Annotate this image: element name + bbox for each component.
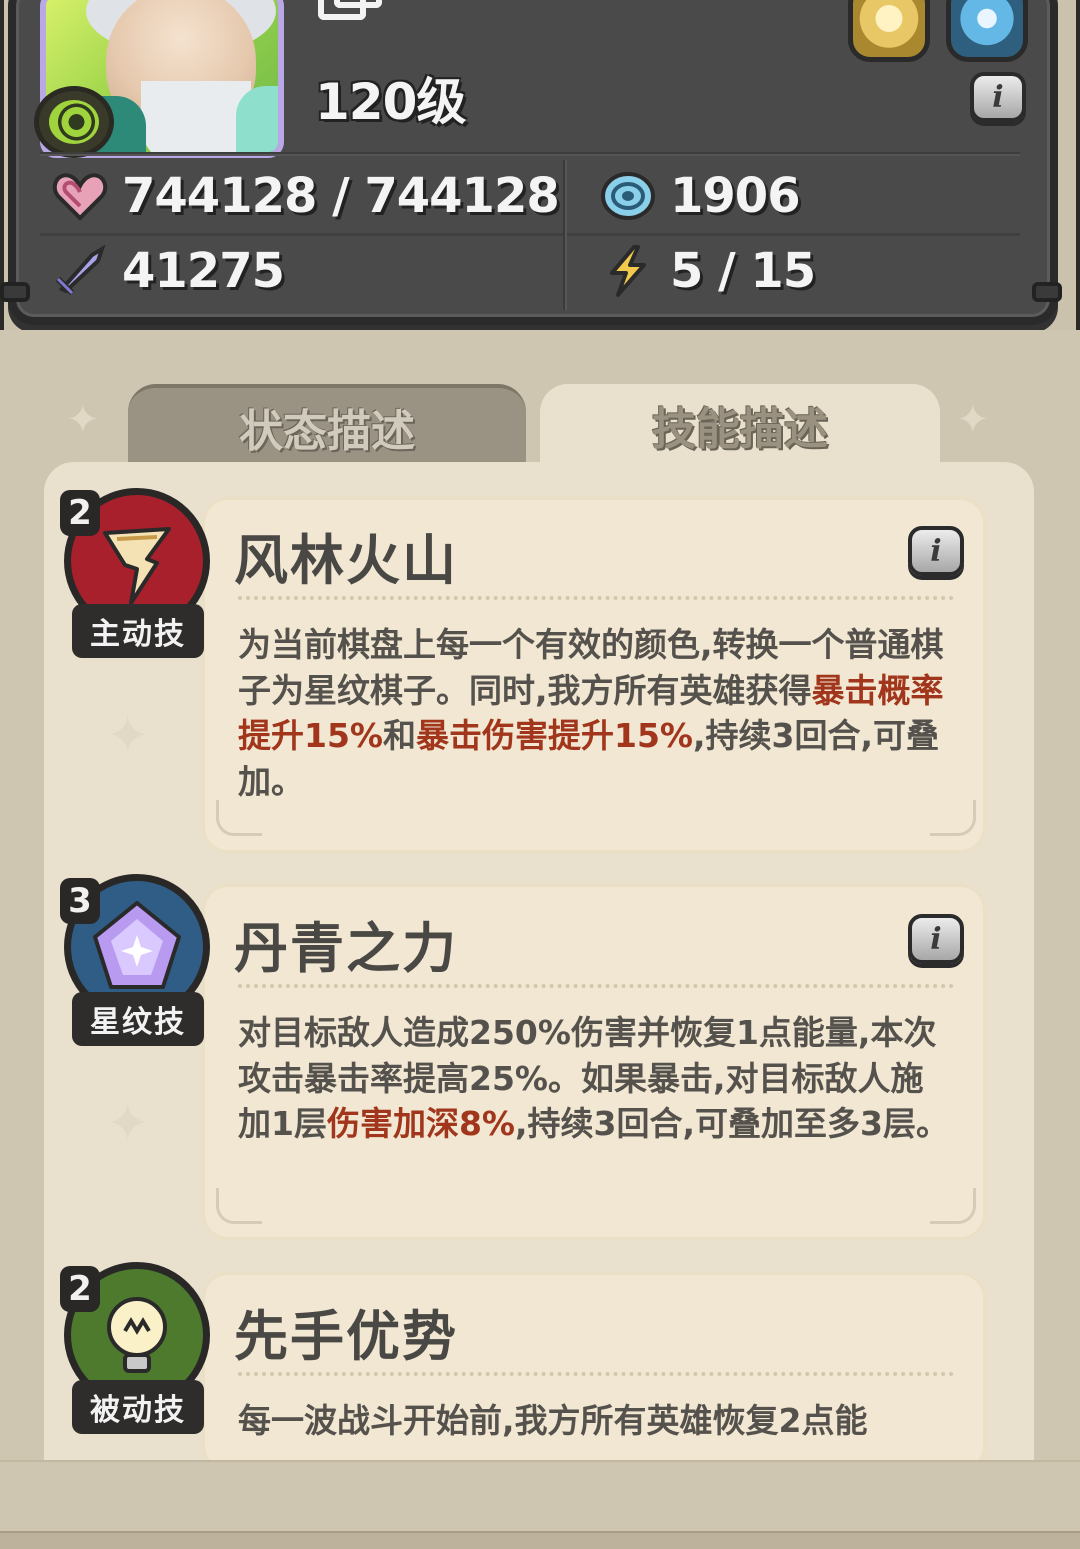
- corner-ornament: [930, 1188, 976, 1224]
- skill-level-badge: 2: [60, 1266, 100, 1312]
- corner-ornament: [930, 800, 976, 836]
- desc-highlight: 伤害加深8%: [326, 1104, 515, 1143]
- hp-value: 744128 / 744128: [122, 168, 560, 224]
- skill-description: 为当前棋盘上每一个有效的颜色,转换一个普通棋子为星纹棋子。同时,我方所有英雄获得…: [238, 622, 950, 804]
- skill-title: 先手优势: [234, 1305, 458, 1368]
- portrait-wing: [236, 86, 278, 152]
- heart-icon: [52, 170, 108, 222]
- panel-clasp: [1032, 282, 1062, 302]
- skill-title: 风林火山: [234, 529, 458, 592]
- desc-highlight: 暴击伤害提升15%: [416, 716, 693, 755]
- panel-clasp: [0, 282, 30, 302]
- skill-level-badge: 2: [60, 490, 100, 536]
- desc-text: 每一波战斗开始前,我方所有英雄恢复2点能: [238, 1401, 868, 1440]
- defense-stat: 1906: [600, 168, 801, 224]
- attack-value: 41275: [122, 243, 285, 299]
- energy-stat: 5 / 15: [600, 243, 816, 299]
- sparkle-decoration: ✦: [66, 397, 100, 443]
- energy-value: 5 / 15: [670, 243, 816, 299]
- tab-skill-description[interactable]: 技能描述: [540, 384, 940, 466]
- skill-info-button[interactable]: i: [908, 526, 964, 576]
- faction-emblem-icon[interactable]: [848, 0, 930, 62]
- corner-ornament: [216, 1188, 262, 1224]
- hero-level: 120级: [315, 73, 466, 131]
- sword-icon: [52, 245, 108, 297]
- sparkle-decoration: ✦: [956, 397, 990, 443]
- hp-stat: 744128 / 744128: [52, 168, 560, 224]
- portrait-beard: [141, 81, 251, 152]
- shield-spiral-icon: [600, 170, 656, 222]
- wind-element-icon: [34, 86, 114, 158]
- hero-name-glyph: [318, 0, 366, 20]
- corner-ornament: [216, 800, 262, 836]
- stats-divider-vertical: [563, 160, 567, 310]
- stats-divider: [40, 233, 1020, 236]
- skill-type-label: 被动技: [72, 1380, 204, 1434]
- skill-level-badge: 3: [60, 878, 100, 924]
- stats-divider: [40, 152, 1020, 156]
- skill-divider: [238, 984, 954, 988]
- panel-bottom-frame: [0, 1460, 1080, 1549]
- skill-description: 每一波战斗开始前,我方所有英雄恢复2点能: [238, 1398, 950, 1458]
- skill-type-label: 星纹技: [72, 992, 204, 1046]
- desc-text: 和: [383, 716, 416, 755]
- sparkle-decoration: ✦: [106, 1094, 150, 1154]
- skill-divider: [238, 1372, 954, 1376]
- sparkle-decoration: ✦: [106, 706, 150, 766]
- skill-type-label: 主动技: [72, 604, 204, 658]
- skill-title: 丹青之力: [234, 917, 458, 980]
- desc-text: ,持续3回合,可叠加至多3层。: [515, 1104, 949, 1143]
- hero-info-button[interactable]: i: [970, 72, 1026, 122]
- skill-info-button[interactable]: i: [908, 914, 964, 964]
- tab-status-description[interactable]: 状态描述: [128, 384, 526, 466]
- skill-divider: [238, 596, 954, 600]
- defense-value: 1906: [670, 168, 801, 224]
- star-emblem-icon[interactable]: [946, 0, 1028, 62]
- attack-stat: 41275: [52, 243, 285, 299]
- lightning-icon: [600, 245, 656, 297]
- skill-description: 对目标敌人造成250%伤害并恢复1点能量,本次攻击暴击率提高25%。如果暴击,对…: [238, 1010, 950, 1147]
